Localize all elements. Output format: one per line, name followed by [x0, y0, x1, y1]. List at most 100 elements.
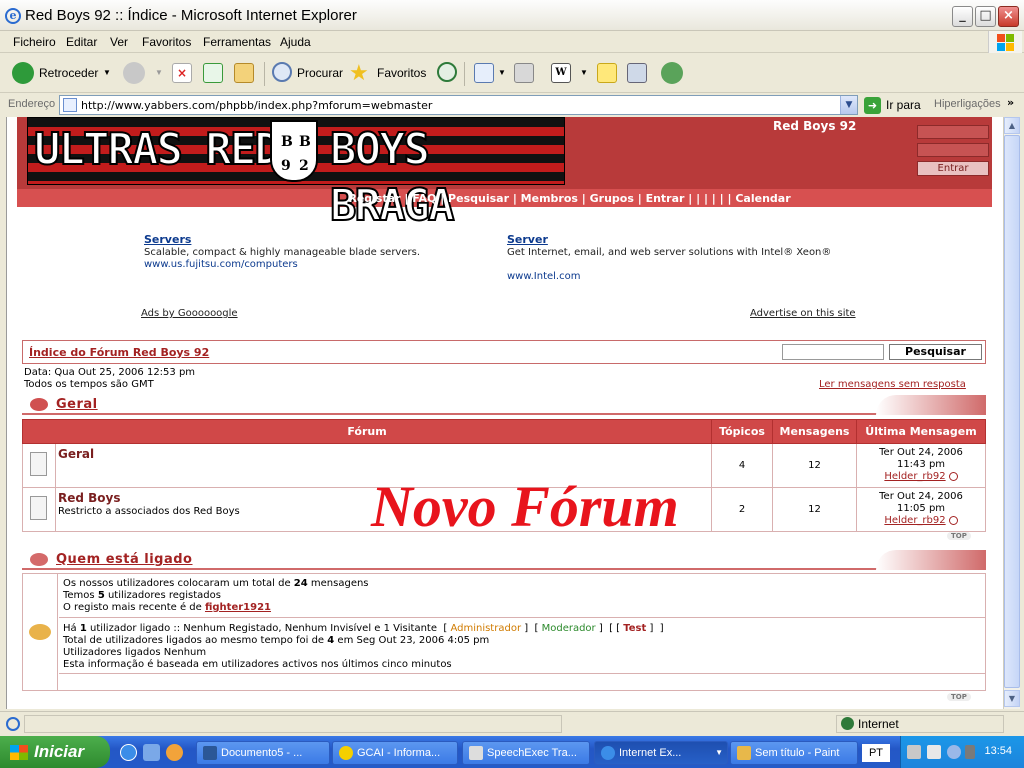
ad-url[interactable]: www.us.fujitsu.com/computers [144, 259, 298, 270]
ie-icon [601, 746, 615, 760]
maximize-button[interactable]: □ [975, 6, 996, 27]
last-post-time: 11:05 pm [896, 503, 946, 514]
refresh-icon[interactable] [203, 63, 223, 83]
page-status-icon [6, 717, 20, 731]
forum-logo[interactable]: ULTRAS RED B B 9 2 BOYS BRAGA [27, 117, 565, 232]
word-edit-icon[interactable]: W [551, 63, 571, 83]
scroll-thumb[interactable] [1004, 135, 1020, 688]
online-title-link[interactable]: Quem está ligado [56, 552, 193, 567]
login-button[interactable]: Entrar [917, 161, 989, 176]
minimize-button[interactable]: _ [952, 6, 973, 27]
vertical-scrollbar[interactable]: ▲ ▼ [1003, 117, 1020, 709]
back-button-label[interactable]: Retroceder [39, 66, 98, 80]
scroll-down-icon[interactable]: ▼ [1004, 690, 1020, 707]
forum-name-link[interactable]: Geral [58, 447, 711, 461]
topics-count: 2 [711, 487, 773, 532]
last-post-user-link[interactable]: Helder_rb92 [884, 515, 945, 526]
links-label[interactable]: Hiperligações [934, 98, 1001, 110]
favorites-button-label[interactable]: Favoritos [377, 66, 426, 80]
posts-count: 12 [772, 443, 857, 488]
ads-by-google-link[interactable]: Ads by Goooooogle [141, 308, 238, 319]
edit-dropdown-icon[interactable]: ▼ [580, 68, 588, 77]
nav-links[interactable]: Registar | FAQ | Pesquisar | Membros | G… [17, 192, 992, 205]
windows-logo-icon [988, 31, 1022, 53]
links-chevron-icon[interactable]: » [1007, 96, 1014, 109]
back-to-top-link[interactable]: TOP [947, 532, 971, 540]
language-indicator[interactable]: PT [862, 744, 890, 762]
menu-favoritos[interactable]: Favoritos [142, 35, 191, 49]
password-field[interactable] [917, 143, 989, 157]
timezone-info: Todos os tempos são GMT [24, 379, 154, 390]
column-forum: Fórum [22, 419, 712, 444]
internet-zone-icon [841, 717, 854, 730]
back-arrow-icon[interactable] [12, 62, 34, 84]
view-post-icon[interactable] [948, 471, 958, 481]
go-arrow-icon[interactable]: ➜ [864, 97, 881, 114]
task-paint[interactable]: Sem título - Paint [730, 741, 858, 765]
menu-ver[interactable]: Ver [110, 35, 128, 49]
tray-volume-icon[interactable] [947, 745, 961, 759]
favorites-star-icon[interactable]: ★ [349, 60, 369, 86]
ad-url[interactable]: www.Intel.com [507, 271, 580, 282]
forward-arrow-icon[interactable] [123, 62, 145, 84]
username-field[interactable] [917, 125, 989, 139]
menu-ajuda[interactable]: Ajuda [280, 35, 311, 49]
view-post-icon[interactable] [948, 515, 958, 525]
print-icon[interactable] [514, 63, 534, 83]
task-documento5[interactable]: Documento5 - ... [196, 741, 330, 765]
search-button[interactable]: Pesquisar [889, 344, 982, 360]
toolbar-separator [464, 62, 465, 86]
back-to-top-link[interactable]: TOP [947, 693, 971, 701]
task-gcai[interactable]: GCAI - Informa... [332, 741, 458, 765]
search-input[interactable] [782, 344, 884, 360]
newest-user-link[interactable]: fighter1921 [205, 602, 271, 613]
search-icon[interactable] [272, 62, 292, 82]
stop-icon[interactable]: × [172, 63, 192, 83]
internet-explorer-icon: e [5, 8, 21, 24]
unanswered-link[interactable]: Ler mensagens sem resposta [819, 379, 966, 390]
tray-device-icon[interactable] [965, 745, 975, 759]
stats-row: Os nossos utilizadores colocaram um tota… [59, 574, 985, 618]
menu-ferramentas[interactable]: Ferramentas [203, 35, 271, 49]
address-url[interactable]: http://www.yabbers.com/phpbb/index.php?m… [81, 99, 432, 112]
ad-title-server[interactable]: Server [507, 233, 548, 246]
menu-editar[interactable]: Editar [66, 35, 97, 49]
scroll-up-icon[interactable]: ▲ [1004, 117, 1020, 134]
last-post-user-link[interactable]: Helder_rb92 [884, 471, 945, 482]
home-icon[interactable] [234, 63, 254, 83]
research-icon[interactable] [627, 63, 647, 83]
menu-ficheiro[interactable]: Ficheiro [13, 35, 56, 49]
go-button-label[interactable]: Ir para [886, 98, 921, 112]
task-internet-explorer[interactable]: Internet Ex... ▼ [594, 741, 728, 765]
mail-icon[interactable] [474, 63, 494, 83]
forward-dropdown-icon[interactable]: ▼ [155, 68, 163, 77]
status-bar: Internet [0, 711, 1024, 735]
tray-printer-icon[interactable] [927, 745, 941, 759]
messenger-icon[interactable] [661, 62, 683, 84]
header-curve [876, 550, 986, 570]
group-dropdown-icon[interactable]: ▼ [715, 748, 723, 757]
ad-text: Get Internet, email, and web server solu… [507, 247, 832, 258]
quicklaunch-desktop-icon[interactable] [143, 744, 160, 761]
address-dropdown-icon[interactable]: ▼ [840, 96, 857, 114]
tray-network-icon[interactable] [907, 745, 921, 759]
close-button[interactable]: × [998, 6, 1019, 27]
search-button-label[interactable]: Procurar [297, 66, 343, 80]
column-topics: Tópicos [711, 419, 773, 444]
start-button[interactable]: Iniciar [0, 736, 110, 768]
ad-title-servers[interactable]: Servers [144, 233, 191, 246]
category-name[interactable]: Geral [56, 397, 98, 412]
advertise-link[interactable]: Advertise on this site [750, 308, 856, 319]
status-segment [24, 715, 562, 733]
discuss-icon[interactable] [597, 63, 617, 83]
back-dropdown-icon[interactable]: ▼ [103, 68, 111, 77]
mail-dropdown-icon[interactable]: ▼ [498, 68, 506, 77]
task-speechexec[interactable]: SpeechExec Tra... [462, 741, 590, 765]
clock[interactable]: 13:54 [984, 745, 1012, 757]
history-icon[interactable] [437, 62, 457, 82]
quicklaunch-media-icon[interactable] [166, 744, 183, 761]
forum-index-link[interactable]: Índice do Fórum Red Boys 92 [29, 346, 209, 359]
quicklaunch-ie-icon[interactable] [120, 744, 137, 761]
address-input[interactable]: http://www.yabbers.com/phpbb/index.php?m… [59, 95, 858, 115]
newest-user-text: O registo mais recente é de fighter1921 [63, 602, 271, 613]
